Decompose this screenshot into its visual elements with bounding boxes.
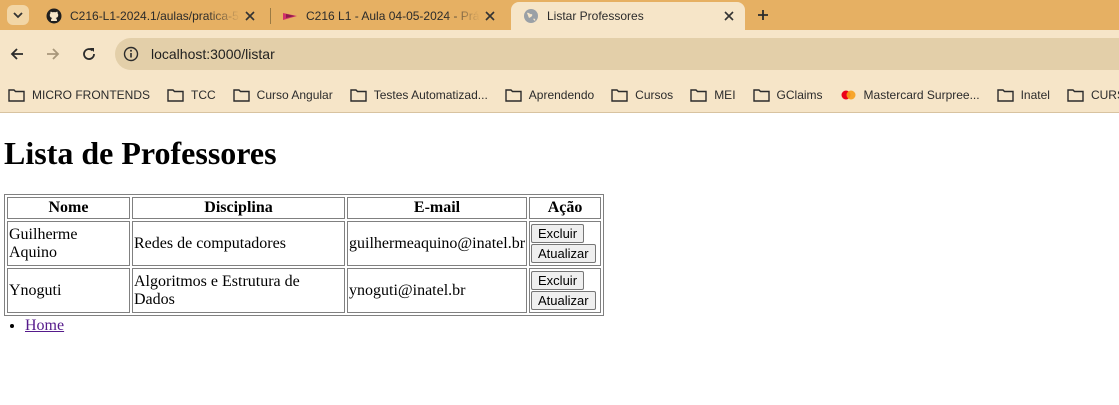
bookmark-gclaims[interactable]: GClaims <box>752 87 823 102</box>
bookmark-label: Inatel <box>1020 87 1050 102</box>
mastercard-icon <box>840 88 857 102</box>
tab-title: C216-L1-2024.1/aulas/pratica-5 <box>70 9 239 23</box>
bookmark-label: Testes Automatizad... <box>373 87 488 102</box>
tab-title: Listar Professores <box>547 9 644 23</box>
back-button[interactable] <box>6 43 28 65</box>
browser-toolbar: localhost:3000/listar <box>0 30 1119 77</box>
chevron-down-icon <box>13 12 23 19</box>
bookmark-label: MEI <box>714 87 736 102</box>
tab-strip: C216-L1-2024.1/aulas/pratica-5 C216 L1 -… <box>0 0 1119 30</box>
reload-button[interactable] <box>78 43 100 65</box>
update-button[interactable]: Atualizar <box>531 244 596 263</box>
column-header-nome: Nome <box>7 197 130 219</box>
address-bar[interactable]: localhost:3000/listar <box>115 38 1119 70</box>
bookmark-cursos-folder[interactable]: CURSOS <box>1067 88 1119 102</box>
delete-button[interactable]: Excluir <box>531 224 585 243</box>
bookmark-label: Curso Angular <box>256 87 333 102</box>
column-header-email: E-mail <box>347 197 528 219</box>
bookmark-curso-angular[interactable]: Curso Angular <box>232 87 333 102</box>
tab-slides[interactable]: C216 L1 - Aula 04-05-2024 - Prá <box>270 2 506 30</box>
cell-nome: Guilherme Aquino <box>7 221 130 266</box>
bookmark-label: GClaims <box>776 87 823 102</box>
bookmarks-bar: MICRO FRONTENDS TCC Curso Angular Testes… <box>0 77 1119 113</box>
folder-icon <box>8 88 25 102</box>
github-icon <box>46 8 62 24</box>
bookmark-tcc[interactable]: TCC <box>167 88 216 102</box>
bookmark-label: TCC <box>191 87 216 102</box>
table-header-row: Nome Disciplina E-mail Ação <box>7 197 602 219</box>
table-row: Ynoguti Algoritmos e Estrutura de Dados … <box>7 268 602 313</box>
cell-acao: Excluir Atualizar <box>529 268 602 313</box>
close-tab-icon[interactable] <box>240 6 260 26</box>
page-content: Lista de Professores Nome Disciplina E-m… <box>0 114 1119 405</box>
list-item: Home <box>25 317 64 335</box>
globe-icon <box>523 8 539 24</box>
column-header-disciplina: Disciplina <box>132 197 345 219</box>
bookmark-label: MICRO FRONTENDS <box>32 87 150 102</box>
arrow-right-icon <box>47 48 60 60</box>
bookmark-mei[interactable]: MEI <box>690 87 736 102</box>
bookmark-label: CURSOS <box>1090 87 1119 102</box>
page-title: Lista de Professores <box>4 135 277 171</box>
cell-acao: Excluir Atualizar <box>529 221 602 266</box>
folder-icon <box>690 88 707 102</box>
tab-title: C216 L1 - Aula 04-05-2024 - Prá <box>306 9 480 23</box>
table-row: Guilherme Aquino Redes de computadores g… <box>7 221 602 266</box>
update-button[interactable]: Atualizar <box>531 291 596 310</box>
delete-button[interactable]: Excluir <box>531 271 585 290</box>
tab-search-button[interactable] <box>7 5 29 25</box>
nav-links: Home <box>0 317 64 335</box>
cell-disciplina: Redes de computadores <box>132 221 345 266</box>
cell-email: guilhermeaquino@inatel.br <box>347 221 528 266</box>
site-info-icon[interactable] <box>121 44 141 64</box>
bookmark-inatel[interactable]: Inatel <box>996 87 1050 102</box>
new-tab-button[interactable] <box>752 4 774 26</box>
home-link[interactable]: Home <box>25 317 64 334</box>
bookmark-micro-frontends[interactable]: MICRO FRONTENDS <box>8 88 150 102</box>
url-text: localhost:3000/listar <box>151 46 275 62</box>
folder-icon <box>996 88 1014 102</box>
bookmark-cursos[interactable]: Cursos <box>611 88 673 102</box>
bookmark-aprendendo[interactable]: Aprendendo <box>505 88 594 102</box>
bookmark-label: Cursos <box>635 87 674 102</box>
slides-icon <box>282 8 298 24</box>
professors-table: Nome Disciplina E-mail Ação Guilherme Aq… <box>4 194 605 316</box>
forward-button[interactable] <box>42 43 64 65</box>
tab-github[interactable]: C216-L1-2024.1/aulas/pratica-5 <box>34 2 266 30</box>
reload-icon <box>83 48 95 60</box>
close-tab-icon[interactable] <box>719 6 739 26</box>
close-tab-icon[interactable] <box>480 6 500 26</box>
folder-icon <box>350 88 367 102</box>
folder-icon <box>232 88 250 102</box>
folder-icon <box>505 88 522 102</box>
bookmark-testes-automatizados[interactable]: Testes Automatizad... <box>350 88 488 102</box>
cell-disciplina: Algoritmos e Estrutura de Dados <box>132 268 345 313</box>
bookmark-mastercard[interactable]: Mastercard Surpree... <box>840 88 980 102</box>
folder-icon <box>752 88 770 102</box>
cell-email: ynoguti@inatel.br <box>347 268 528 313</box>
folder-icon <box>611 88 628 102</box>
column-header-acao: Ação <box>529 197 602 219</box>
folder-icon <box>167 88 184 102</box>
plus-icon <box>758 10 768 20</box>
arrow-left-icon <box>10 48 23 60</box>
cell-nome: Ynoguti <box>7 268 130 313</box>
bookmark-label: Aprendendo <box>528 87 595 102</box>
folder-icon <box>1067 88 1084 102</box>
tab-listar-professores[interactable]: Listar Professores <box>511 2 745 30</box>
bookmark-label: Mastercard Surpree... <box>863 87 980 102</box>
